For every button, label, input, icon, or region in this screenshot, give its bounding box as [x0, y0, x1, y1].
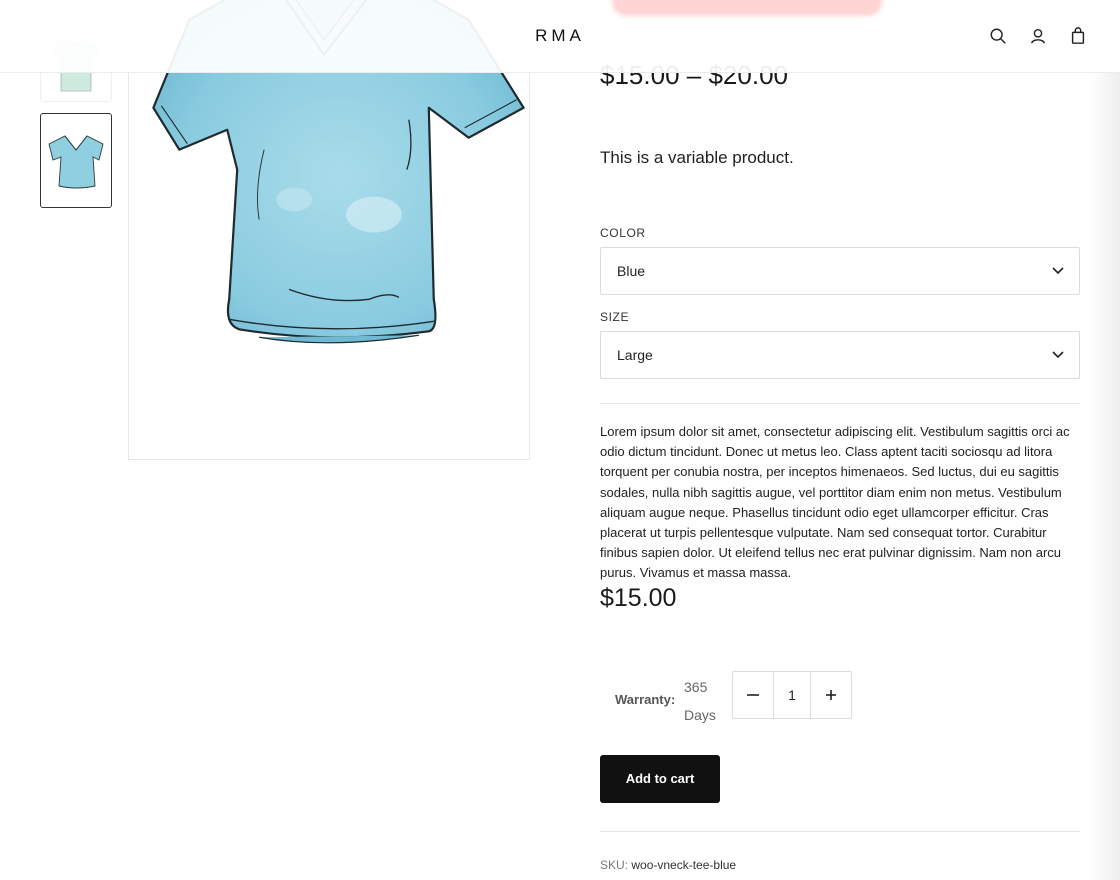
variation-price: $15.00: [600, 584, 677, 612]
quantity-stepper: [732, 671, 852, 719]
site-logo[interactable]: RMA: [0, 26, 1120, 46]
size-select-value: Large: [617, 347, 653, 363]
search-icon[interactable]: [986, 24, 1010, 48]
size-select[interactable]: Large: [600, 331, 1080, 379]
color-select-value: Blue: [617, 263, 646, 279]
chevron-down-icon: [1052, 267, 1064, 275]
edge-shadow: [1090, 0, 1120, 880]
gallery-thumbnail-blue-vneck-tee[interactable]: [40, 113, 112, 208]
add-to-cart-button[interactable]: Add to cart: [600, 755, 720, 803]
color-label: COLOR: [600, 226, 646, 240]
plus-icon: [826, 690, 836, 700]
minus-icon: [747, 694, 759, 696]
sku-label: SKU:: [600, 858, 629, 872]
color-select[interactable]: Blue: [600, 247, 1080, 295]
divider: [600, 831, 1080, 832]
short-description: This is a variable product.: [600, 148, 794, 167]
notice-banner: [612, 0, 882, 16]
sku-value: woo-vneck-tee-blue: [631, 858, 737, 872]
cart-icon[interactable]: [1066, 24, 1090, 48]
divider: [600, 403, 1080, 404]
warranty-value: 365 Days: [684, 679, 716, 723]
quantity-input[interactable]: [773, 672, 811, 718]
add-to-cart-label: Add to cart: [625, 771, 695, 786]
site-header: RMA: [0, 0, 1120, 73]
quantity-increase-button[interactable]: [810, 672, 851, 718]
quantity-decrease-button[interactable]: [733, 672, 774, 718]
user-icon[interactable]: [1026, 24, 1050, 48]
variation-description: Lorem ipsum dolor sit amet, consectetur …: [600, 424, 1070, 581]
chevron-down-icon: [1052, 351, 1064, 359]
sku: SKU: woo-vneck-tee-blue: [600, 858, 736, 872]
size-label: SIZE: [600, 310, 630, 324]
warranty-label: Warranty:: [615, 692, 676, 707]
